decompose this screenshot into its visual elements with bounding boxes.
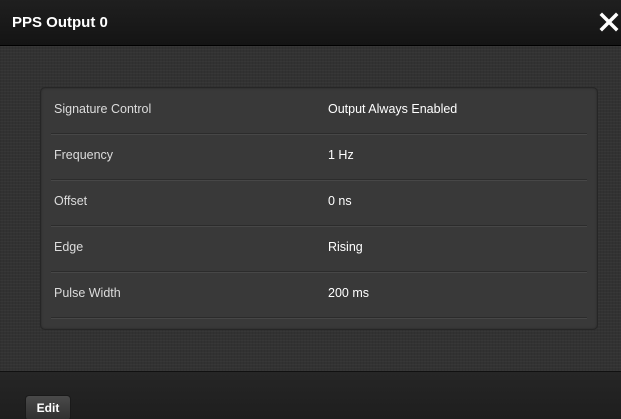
close-icon[interactable] (595, 7, 621, 37)
setting-row-edge: Edge Rising (41, 226, 597, 272)
row-divider (51, 317, 587, 319)
dialog-titlebar: PPS Output 0 (0, 0, 621, 46)
dialog-title: PPS Output 0 (12, 14, 108, 31)
setting-value: Output Always Enabled (328, 102, 458, 116)
setting-label: Edge (54, 240, 84, 254)
setting-row-frequency: Frequency 1 Hz (41, 134, 597, 180)
dialog-body: Signature Control Output Always Enabled … (0, 46, 621, 371)
setting-value: Rising (328, 240, 363, 254)
setting-row-pulse-width: Pulse Width 200 ms (41, 272, 597, 318)
setting-value: 200 ms (328, 286, 369, 300)
setting-label: Pulse Width (54, 286, 121, 300)
dialog-footer: Edit (0, 371, 621, 419)
setting-value: 1 Hz (328, 148, 354, 162)
setting-row-signature-control: Signature Control Output Always Enabled (41, 88, 597, 134)
pps-output-dialog: PPS Output 0 Signature Control Output Al… (0, 0, 621, 419)
setting-row-offset: Offset 0 ns (41, 180, 597, 226)
setting-value: 0 ns (328, 194, 352, 208)
settings-panel: Signature Control Output Always Enabled … (40, 87, 598, 330)
edit-button[interactable]: Edit (25, 395, 71, 419)
setting-label: Frequency (54, 148, 114, 162)
setting-label: Offset (54, 194, 88, 208)
setting-label: Signature Control (54, 102, 152, 116)
